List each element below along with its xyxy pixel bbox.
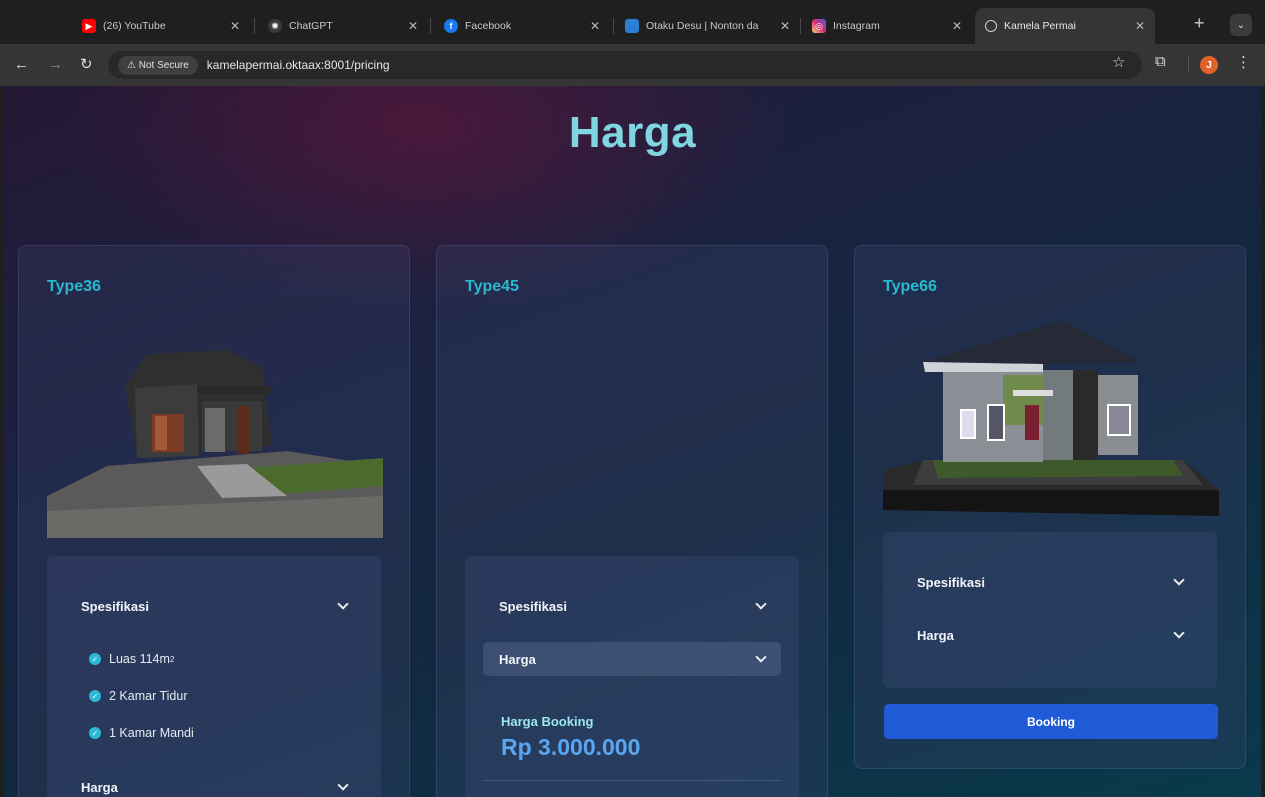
- booking-button[interactable]: Booking: [884, 704, 1218, 739]
- pricing-card-type45: Type45 Spesifikasi Harga Harga Booking R…: [436, 245, 828, 797]
- spec-item: ✓ Luas 114m 2: [89, 652, 174, 666]
- pricing-card-type36: Type36 Spesifikasi ✓ Luas 114m 2 ✓ 2 Kam…: [18, 245, 410, 797]
- tab-label: ChatGPT: [289, 20, 333, 32]
- spesifikasi-accordion[interactable]: Spesifikasi: [901, 565, 1199, 599]
- back-icon[interactable]: ←: [14, 56, 29, 74]
- close-icon[interactable]: ✕: [780, 19, 790, 33]
- spec-item: ✓ 1 Kamar Mandi: [89, 726, 194, 740]
- chevron-down-icon: [337, 598, 349, 610]
- address-bar[interactable]: ⚠ Not Secure kamelapermai.oktaax:8001/pr…: [108, 51, 1142, 79]
- tab-label: Instagram: [833, 20, 880, 32]
- harga-accordion[interactable]: Harga: [65, 770, 363, 797]
- url-text[interactable]: kamelapermai.oktaax:8001/pricing: [207, 58, 390, 72]
- tab-search-button[interactable]: ⌄: [1230, 14, 1252, 36]
- harga-accordion[interactable]: Harga: [483, 642, 781, 676]
- check-circle-icon: ✓: [89, 690, 101, 702]
- youtube-icon: ▶: [82, 19, 96, 33]
- avatar[interactable]: J: [1200, 56, 1218, 74]
- pricing-page: Harga Type36 Spesifikasi ✓ Luas 114m 2 ✓…: [4, 86, 1261, 797]
- card-title: Type45: [465, 278, 519, 295]
- spec-panel: Spesifikasi Harga Harga Booking Rp 3.000…: [465, 556, 799, 797]
- instagram-icon: ◎: [812, 19, 826, 33]
- check-circle-icon: ✓: [89, 727, 101, 739]
- close-icon[interactable]: ✕: [590, 19, 600, 33]
- reload-icon[interactable]: ↻: [80, 56, 93, 74]
- chevron-down-icon: [337, 779, 349, 791]
- pricing-card-type66: Type66 Spesifikasi Harga Booking: [854, 245, 1246, 769]
- spec-panel: Spesifikasi Harga: [883, 532, 1217, 688]
- tab-youtube[interactable]: ▶ (26) YouTube ✕: [72, 8, 250, 44]
- facebook-icon: f: [444, 19, 458, 33]
- chevron-down-icon: [1173, 627, 1185, 639]
- chatgpt-icon: ✺: [268, 19, 282, 33]
- booking-price-value: Rp 3.000.000: [501, 734, 641, 760]
- globe-icon: [985, 20, 997, 32]
- spec-text: Luas 114m: [109, 652, 170, 666]
- close-icon[interactable]: ✕: [1135, 19, 1145, 33]
- tab-label: Kamela Permai: [1004, 20, 1076, 32]
- tab-facebook[interactable]: f Facebook ✕: [434, 8, 610, 44]
- harga-accordion[interactable]: Harga: [901, 618, 1199, 652]
- spec-item: ✓ 2 Kamar Tidur: [89, 689, 188, 703]
- security-badge[interactable]: ⚠ Not Secure: [118, 55, 198, 75]
- chevron-down-icon: [1173, 574, 1185, 586]
- booking-price-label: Harga Booking: [501, 714, 594, 729]
- forward-icon[interactable]: →: [48, 56, 63, 74]
- page-title: Harga: [568, 108, 697, 157]
- chevron-down-icon: [755, 651, 767, 663]
- card-title: Type36: [47, 278, 101, 295]
- spec-panel: Spesifikasi ✓ Luas 114m 2 ✓ 2 Kamar Tidur…: [47, 556, 381, 797]
- chevron-down-icon: [755, 598, 767, 610]
- spec-superscript: 2: [169, 654, 175, 664]
- new-tab-button[interactable]: +: [1194, 14, 1205, 32]
- house-type36-image: [47, 350, 383, 538]
- tab-kamela-permai[interactable]: Kamela Permai ✕: [975, 8, 1155, 44]
- spesifikasi-accordion[interactable]: Spesifikasi: [65, 589, 363, 623]
- tab-chatgpt[interactable]: ✺ ChatGPT ✕: [258, 8, 428, 44]
- card-title: Type66: [883, 278, 937, 295]
- close-icon[interactable]: ✕: [952, 19, 962, 33]
- otakudesu-icon: [625, 19, 639, 33]
- house-type66-image: [883, 320, 1219, 516]
- bookmark-star-icon[interactable]: ☆: [1112, 53, 1125, 71]
- close-icon[interactable]: ✕: [408, 19, 418, 33]
- spec-text: 2 Kamar Tidur: [109, 689, 188, 703]
- accordion-label: Spesifikasi: [81, 598, 149, 614]
- accordion-label: Spesifikasi: [917, 574, 985, 590]
- accordion-label: Harga: [499, 651, 536, 667]
- spesifikasi-accordion[interactable]: Spesifikasi: [483, 589, 781, 623]
- accordion-label: Harga: [81, 779, 118, 795]
- browser-toolbar: ← → ↻ ⚠ Not Secure kamelapermai.oktaax:8…: [0, 44, 1265, 86]
- spec-text: 1 Kamar Mandi: [109, 726, 194, 740]
- more-menu-icon[interactable]: ⋮: [1236, 53, 1251, 71]
- check-circle-icon: ✓: [89, 653, 101, 665]
- tab-label: Facebook: [465, 20, 512, 32]
- tab-otakudesu[interactable]: Otaku Desu | Nonton da ✕: [615, 8, 800, 44]
- divider: [483, 780, 781, 781]
- accordion-label: Harga: [917, 627, 954, 643]
- close-icon[interactable]: ✕: [230, 19, 240, 33]
- tab-instagram[interactable]: ◎ Instagram ✕: [802, 8, 972, 44]
- tab-label: (26) YouTube: [103, 20, 166, 32]
- browser-tab-bar: ▶ (26) YouTube ✕ ✺ ChatGPT ✕ f Facebook …: [0, 0, 1265, 44]
- extensions-icon[interactable]: ⧉: [1155, 53, 1166, 70]
- tab-label: Otaku Desu | Nonton da: [646, 20, 759, 32]
- accordion-label: Spesifikasi: [499, 598, 567, 614]
